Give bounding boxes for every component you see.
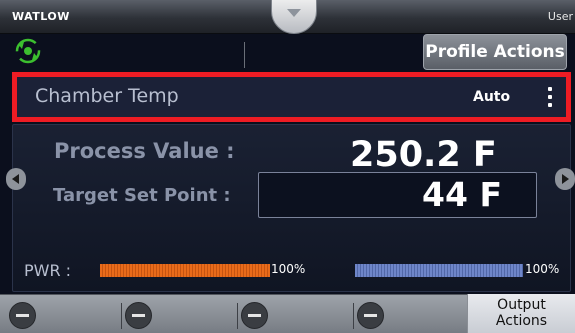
minus-icon[interactable] [9,302,36,329]
output-actions-button[interactable]: Output Actions [467,294,575,333]
kebab-menu-icon[interactable] [547,87,553,107]
toolbar-separator [237,303,238,329]
setpoint-label: Target Set Point : [53,185,231,206]
loop-panel: Process Value : 250.2 F Target Set Point… [12,124,571,292]
toolbar-separator [121,303,122,329]
power-percent-output-1: 100% [271,262,306,276]
process-value: 250.2 F [350,135,497,175]
setpoint-input[interactable]: 44 F [258,172,537,218]
minus-icon[interactable] [241,302,268,329]
power-bar-output-1 [100,264,270,277]
profile-actions-button[interactable]: Profile Actions [423,34,567,70]
chamber-mode: Auto [473,89,511,105]
top-bar: WATLOW User [0,0,575,34]
chamber-selector[interactable]: Chamber Temp Auto [12,72,571,122]
chevron-right-icon[interactable] [555,168,575,190]
sync-icon[interactable] [15,38,41,64]
header-divider [244,42,245,68]
minus-icon[interactable] [125,302,152,329]
chevron-left-icon[interactable] [6,168,26,190]
pulldown-tab[interactable] [271,0,317,34]
setpoint-value: 44 F [422,175,502,214]
toolbar-separator [353,303,354,329]
power-percent-output-2: 100% [525,262,560,276]
output-actions-label-1: Output [497,297,546,313]
power-label: PWR : [24,261,72,280]
process-value-label: Process Value : [54,139,235,163]
controller-screen: WATLOW User Profile Actions Chamber Temp… [0,0,575,333]
user-label[interactable]: User [548,10,573,23]
bottom-toolbar: Output Actions [0,294,575,333]
output-actions-label-2: Actions [495,313,548,329]
power-bar-output-2 [355,264,523,277]
tab-down-arrow-icon [287,9,301,17]
chamber-name: Chamber Temp [35,85,179,107]
minus-icon[interactable] [357,302,384,329]
brand-logo: WATLOW [12,10,70,23]
